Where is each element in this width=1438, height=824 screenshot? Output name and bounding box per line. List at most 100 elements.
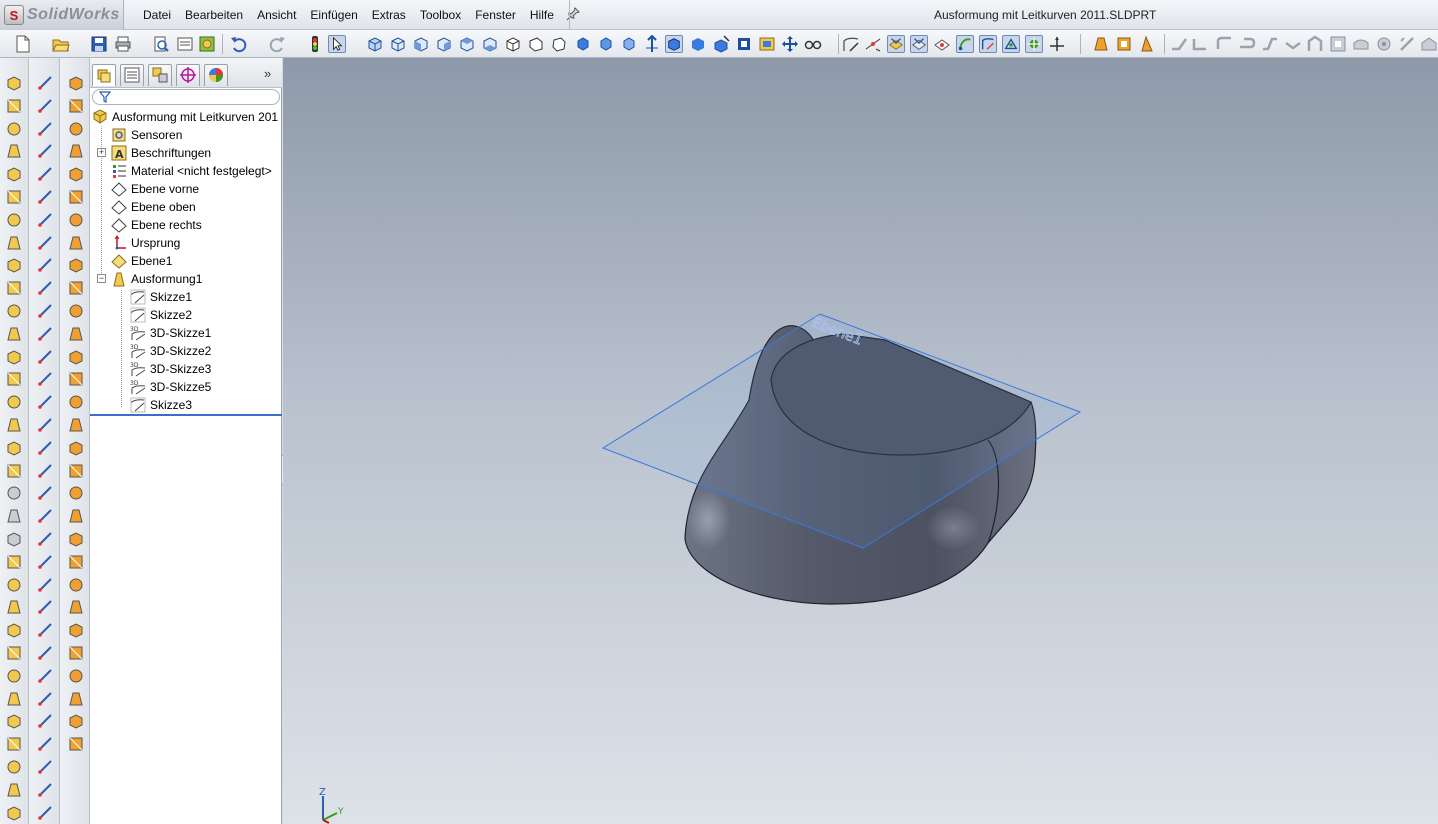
- sheetmetal-fold-icon[interactable]: [1352, 35, 1370, 53]
- expand-annotations-button[interactable]: +: [97, 148, 106, 157]
- tree-item-ebene1[interactable]: Ebene1: [111, 252, 172, 270]
- menu-ansicht[interactable]: Ansicht: [250, 0, 303, 30]
- tree-item-material[interactable]: Material <nicht festgelegt>: [111, 162, 272, 180]
- draft-icon[interactable]: [5, 370, 23, 388]
- circular-pattern-icon[interactable]: [5, 530, 23, 548]
- zebra-stripes-icon[interactable]: [67, 690, 85, 708]
- undo-icon[interactable]: [230, 35, 248, 53]
- view-orientation-back-icon[interactable]: [389, 35, 407, 53]
- trim-icon[interactable]: [36, 462, 54, 480]
- tree-item-ursprung[interactable]: Ursprung: [111, 234, 180, 252]
- tree-child-skizze2[interactable]: Skizze2: [130, 306, 192, 324]
- view-orientation-top-icon[interactable]: [458, 35, 476, 53]
- surface-flatten-icon[interactable]: [67, 279, 85, 297]
- thickened-cut-icon[interactable]: [67, 462, 85, 480]
- fillet-icon[interactable]: [5, 279, 23, 297]
- menu-datei[interactable]: Datei: [136, 0, 178, 30]
- view-sketch-relations-icon[interactable]: [1002, 35, 1020, 53]
- scale-icon[interactable]: [5, 781, 23, 799]
- tree-item-ebene-oben[interactable]: Ebene oben: [111, 198, 196, 216]
- mirror-entities-icon[interactable]: [36, 530, 54, 548]
- menu-toolbox[interactable]: Toolbox: [413, 0, 468, 30]
- rapid-sketch-icon[interactable]: [36, 781, 54, 799]
- sheetmetal-extra-icon[interactable]: [1420, 35, 1438, 53]
- convert-entities-icon[interactable]: [36, 507, 54, 525]
- view-isometric-icon[interactable]: [504, 35, 522, 53]
- dimension-icon[interactable]: [36, 120, 54, 138]
- delete-face-icon[interactable]: [67, 302, 85, 320]
- freeform-icon[interactable]: [5, 712, 23, 730]
- tangent-arc-icon[interactable]: [36, 302, 54, 320]
- smart-dimension-icon[interactable]: [864, 35, 882, 53]
- rotate-view-icon[interactable]: [643, 35, 661, 53]
- lofted-boss-icon[interactable]: [5, 142, 23, 160]
- wrap-icon[interactable]: [5, 439, 23, 457]
- arc-icon[interactable]: [36, 279, 54, 297]
- view-two-icon[interactable]: [620, 35, 638, 53]
- copy-entities-icon[interactable]: [36, 644, 54, 662]
- chamfer-icon[interactable]: [5, 302, 23, 320]
- view-glasses-icon[interactable]: [804, 35, 822, 53]
- 3d-sketch-icon[interactable]: [36, 97, 54, 115]
- ruled-surface-icon[interactable]: [67, 256, 85, 274]
- draft-analysis-icon[interactable]: [67, 735, 85, 753]
- split-icon[interactable]: [5, 644, 23, 662]
- tree-item-ebene-rechts[interactable]: Ebene rechts: [111, 216, 202, 234]
- features-draft-icon[interactable]: [1138, 35, 1156, 53]
- menu-bearbeiten[interactable]: Bearbeiten: [178, 0, 250, 30]
- circle-icon[interactable]: [36, 234, 54, 252]
- sheetmetal-forming-tool-icon[interactable]: [1375, 35, 1393, 53]
- print-preview-icon[interactable]: [152, 35, 170, 53]
- rotate-entities-icon[interactable]: [36, 598, 54, 616]
- rectangle-icon[interactable]: [36, 188, 54, 206]
- view-orientation-left-icon[interactable]: [412, 35, 430, 53]
- tree-child-3d-skizze2[interactable]: 3D 3D-Skizze2: [130, 342, 211, 360]
- move-body-icon[interactable]: [5, 667, 23, 685]
- tree-root-part[interactable]: Ausformung mit Leitkurven 201: [92, 108, 278, 126]
- collapse-loft-button[interactable]: −: [97, 274, 106, 283]
- view-single-icon[interactable]: [597, 35, 615, 53]
- view-sketches-icon[interactable]: [979, 35, 997, 53]
- sheetmetal-edge-flange-icon[interactable]: [1192, 35, 1210, 53]
- radiate-surface-icon[interactable]: [67, 507, 85, 525]
- pin-icon[interactable]: [565, 7, 581, 23]
- view-orientation-front-icon[interactable]: [366, 35, 384, 53]
- pan-icon[interactable]: [781, 35, 799, 53]
- sheetmetal-jog-icon[interactable]: [1261, 35, 1279, 53]
- curvature-icon[interactable]: [67, 712, 85, 730]
- sheetmetal-base-flange-icon[interactable]: [1170, 35, 1188, 53]
- section-view-icon[interactable]: [712, 35, 730, 53]
- flex-icon[interactable]: [5, 690, 23, 708]
- knit-surface-icon[interactable]: [67, 416, 85, 434]
- hole-wizard-icon[interactable]: [5, 393, 23, 411]
- solidworks-logo[interactable]: S SolidWorks: [0, 0, 124, 30]
- untrim-surface-icon[interactable]: [67, 393, 85, 411]
- polygon-icon[interactable]: [36, 348, 54, 366]
- thicken-icon[interactable]: [67, 439, 85, 457]
- curves-icon[interactable]: [5, 576, 23, 594]
- open-folder-icon[interactable]: [52, 35, 70, 53]
- swept-cut-icon[interactable]: [5, 234, 23, 252]
- menu-hilfe[interactable]: Hilfe: [523, 0, 561, 30]
- parabola-icon[interactable]: [36, 439, 54, 457]
- sketch-icon[interactable]: [842, 35, 860, 53]
- surface-sweep-icon[interactable]: [67, 120, 85, 138]
- extruded-cut-icon[interactable]: [5, 188, 23, 206]
- tree-child-skizze3[interactable]: Skizze3: [130, 396, 192, 414]
- properties-icon[interactable]: [176, 35, 194, 53]
- boundary-surface-icon[interactable]: [67, 165, 85, 183]
- surface-loft-icon[interactable]: [67, 142, 85, 160]
- tree-item-sensoren[interactable]: Sensoren: [111, 126, 182, 144]
- print-icon[interactable]: [114, 35, 132, 53]
- point-icon[interactable]: [36, 416, 54, 434]
- scale-entities-icon[interactable]: [36, 621, 54, 639]
- intersect-icon[interactable]: [5, 462, 23, 480]
- tree-item-ausformung1[interactable]: Ausformung1: [111, 270, 202, 288]
- display-relations-icon[interactable]: [36, 712, 54, 730]
- display-style-icon[interactable]: [758, 35, 776, 53]
- planar-surface-icon[interactable]: [67, 211, 85, 229]
- center-rectangle-icon[interactable]: [36, 211, 54, 229]
- stretch-entities-icon[interactable]: [36, 667, 54, 685]
- normal-to-icon[interactable]: [574, 35, 592, 53]
- new-document-icon[interactable]: [14, 35, 32, 53]
